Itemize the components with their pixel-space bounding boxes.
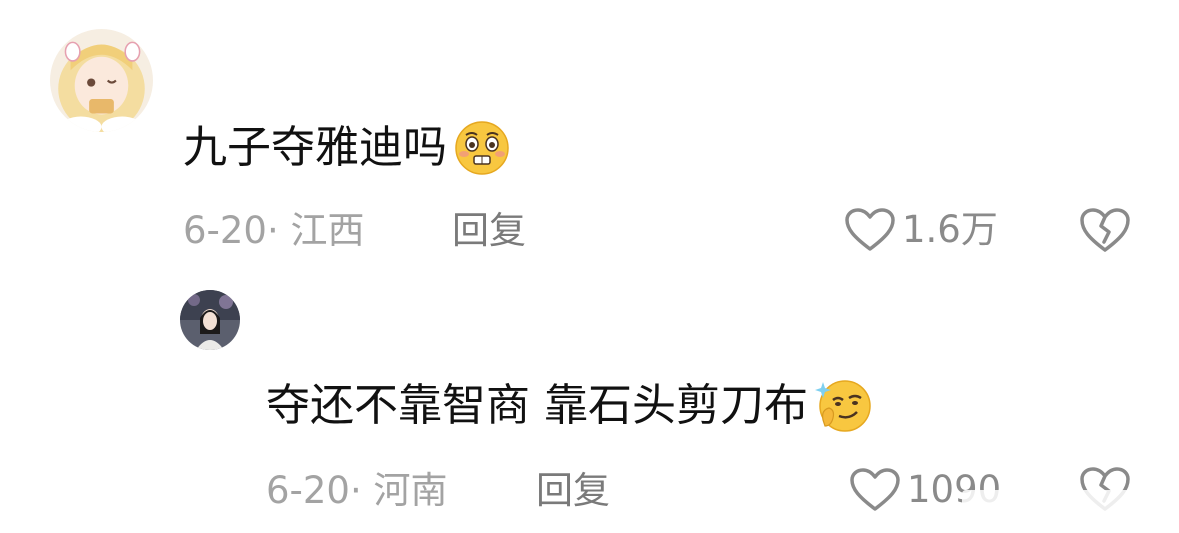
comment-date-location: 6-20· 河南 xyxy=(266,469,448,512)
broken-heart-icon xyxy=(1080,208,1130,252)
comment-body: 九子夺雅迪吗 xyxy=(183,122,447,173)
smirk-thinking-emoji xyxy=(812,378,874,434)
comment-date-location: 6-20· 江西 xyxy=(183,209,365,252)
heart-icon xyxy=(849,467,901,513)
reply-button[interactable]: 回复 xyxy=(452,209,526,253)
avatar[interactable] xyxy=(50,29,153,132)
comment-text: 九子夺雅迪吗 xyxy=(183,120,513,176)
comment-text: 夺还不靠智商 靠石头剪刀布 xyxy=(266,378,874,434)
pleading-face-emoji xyxy=(451,120,513,176)
comment-body: 夺还不靠智商 靠石头剪刀布 xyxy=(266,380,808,431)
comment-thread: 九子夺雅迪吗 6-20· 江西 回复 1.6万 夺还不靠智商 靠石头剪刀布 6-… xyxy=(0,0,1179,533)
like-button[interactable]: 1.6万 xyxy=(844,207,998,253)
watermark-overlay xyxy=(962,490,1170,522)
like-count: 1.6万 xyxy=(902,208,998,251)
heart-icon xyxy=(844,207,896,253)
dislike-button[interactable] xyxy=(1078,206,1132,254)
reply-button[interactable]: 回复 xyxy=(536,469,610,513)
avatar[interactable] xyxy=(180,290,240,350)
